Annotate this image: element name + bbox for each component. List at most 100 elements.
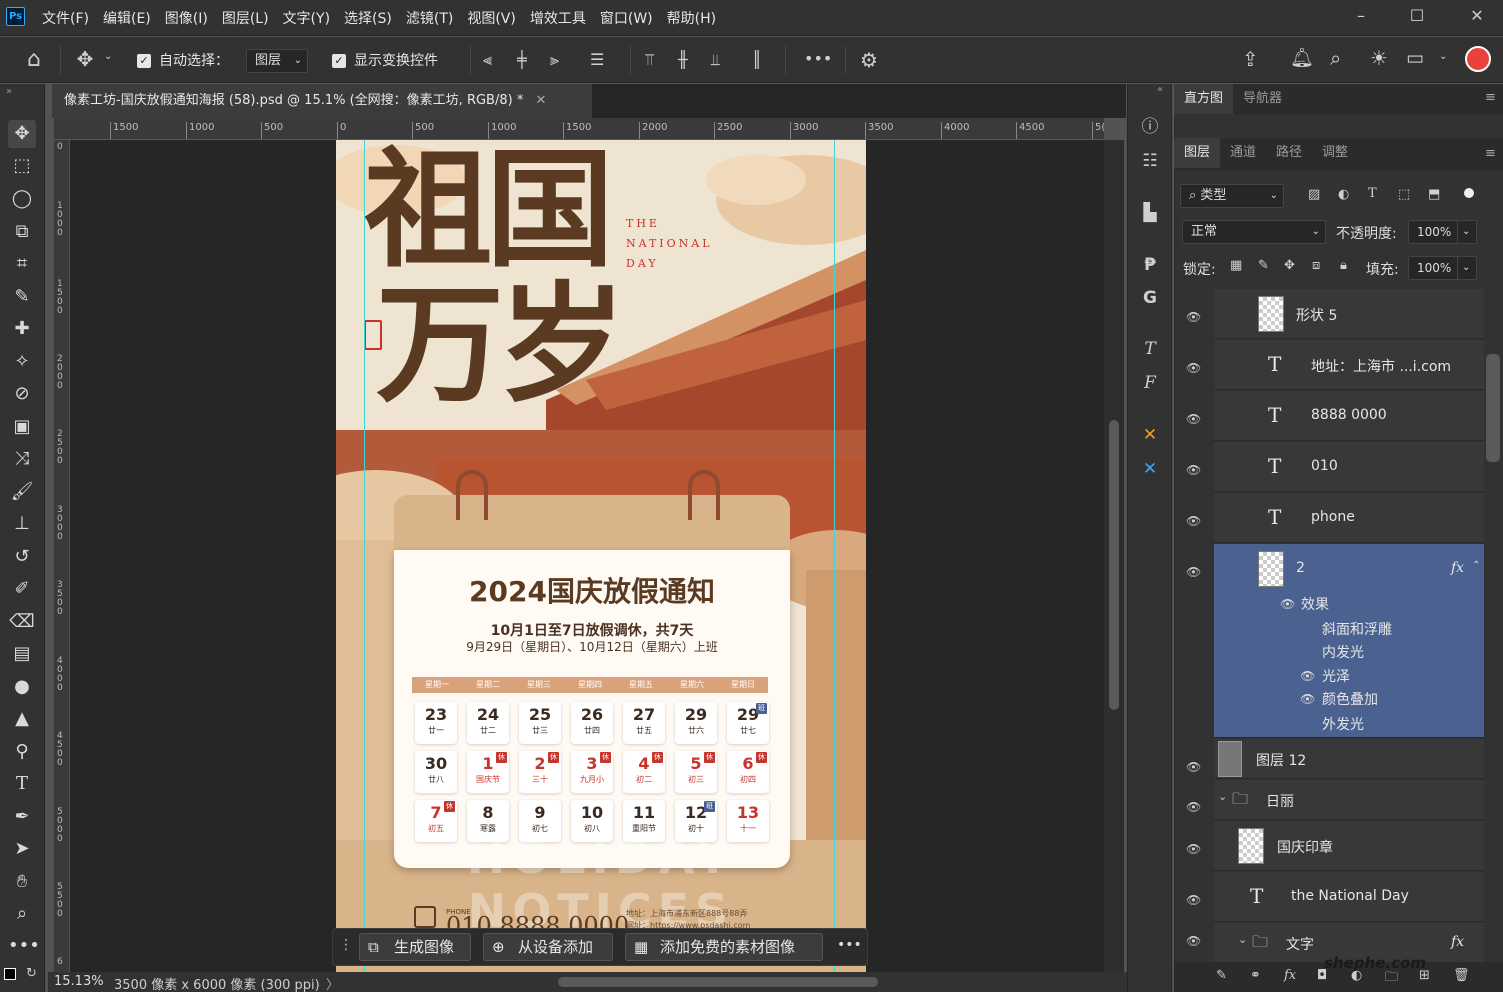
opacity-dropdown-button[interactable]: ⌄: [1457, 220, 1477, 244]
collapse-icon[interactable]: «: [1157, 84, 1163, 95]
more-tools-icon[interactable]: •••: [8, 932, 40, 960]
path-select-tool-icon[interactable]: ➤: [8, 835, 36, 863]
healing-brush-tool-icon[interactable]: ⊘: [8, 380, 36, 408]
gradient-tool-icon[interactable]: ▤: [8, 640, 36, 668]
gear-icon[interactable]: ⚙: [860, 48, 878, 72]
distribute-vertical-icon[interactable]: ║: [752, 50, 762, 69]
content-aware-move-tool-icon[interactable]: ⤨: [8, 445, 36, 473]
foreground-color-swatch[interactable]: [4, 968, 16, 980]
visibility-eye-icon[interactable]: 👁︎: [1186, 361, 1202, 375]
layer-row[interactable]: 图层 12: [1214, 739, 1484, 779]
chevron-down-icon[interactable]: ⌄: [1439, 51, 1447, 62]
visibility-eye-icon[interactable]: 👁︎: [1186, 842, 1202, 856]
clone-stamp-tool-icon[interactable]: ⊥: [8, 510, 36, 538]
sharpen-tool-icon[interactable]: ▲: [8, 705, 36, 733]
eyedropper-tool-icon[interactable]: ✎: [8, 283, 36, 311]
visibility-eye-icon[interactable]: 👁︎: [1280, 597, 1295, 611]
effect-item[interactable]: 光泽: [1322, 666, 1350, 686]
layer-row[interactable]: T the National Day: [1214, 872, 1484, 922]
minimize-button[interactable]: –: [1349, 4, 1373, 28]
tab-histogram[interactable]: 直方图: [1174, 84, 1234, 114]
visibility-eye-icon[interactable]: 👁︎: [1300, 669, 1315, 683]
tab-channels[interactable]: 通道: [1220, 138, 1266, 168]
chevron-down-icon[interactable]: ⌄: [104, 51, 112, 62]
menu-type[interactable]: 文字(Y): [283, 8, 330, 28]
plugin-icon[interactable]: ▙: [1137, 200, 1163, 226]
close-tab-button[interactable]: ✕: [535, 93, 546, 108]
tab-layers[interactable]: 图层: [1174, 138, 1221, 168]
workspace-icon[interactable]: ▭: [1406, 47, 1424, 69]
effect-item[interactable]: 斜面和浮雕: [1322, 619, 1392, 639]
add-style-icon[interactable]: fx: [1284, 968, 1296, 983]
menu-help[interactable]: 帮助(H): [667, 8, 716, 28]
filter-shape-icon[interactable]: ⬚: [1398, 187, 1410, 202]
new-group-icon[interactable]: 🗀︎: [1385, 968, 1398, 990]
properties-icon[interactable]: ☷: [1137, 148, 1163, 174]
history-brush-tool-icon[interactable]: ↺: [8, 543, 36, 571]
auto-select-checkbox[interactable]: ✓: [137, 54, 151, 68]
fill-dropdown-button[interactable]: ⌄: [1457, 256, 1477, 280]
menu-file[interactable]: 文件(F): [42, 8, 89, 28]
blur-tool-icon[interactable]: ●: [8, 673, 36, 701]
effect-item[interactable]: 内发光: [1322, 642, 1364, 662]
crop-tool-icon[interactable]: ⌗: [8, 250, 36, 278]
character-style-icon[interactable]: T: [1137, 336, 1163, 362]
chevron-down-icon[interactable]: ⌄: [1238, 933, 1247, 946]
drag-handle-icon[interactable]: ⋮: [339, 937, 353, 953]
visibility-eye-icon[interactable]: 👁︎: [1186, 565, 1202, 579]
menu-edit[interactable]: 编辑(E): [103, 8, 151, 28]
move-tool-icon[interactable]: ✥: [8, 120, 36, 148]
lock-artboard-icon[interactable]: ⧈: [1312, 258, 1320, 273]
spot-healing-tool-icon[interactable]: ✚: [8, 315, 36, 343]
layer-fx-badge[interactable]: fx: [1451, 934, 1464, 950]
align-middle-v-icon[interactable]: ╫: [678, 50, 688, 69]
collapse-effects-icon[interactable]: ⌃: [1472, 560, 1480, 571]
link-layers-icon[interactable]: ⚭: [1250, 968, 1261, 983]
font-icon[interactable]: F: [1137, 370, 1163, 396]
filter-toggle[interactable]: [1464, 188, 1474, 198]
layer-row[interactable]: 形状 5: [1214, 289, 1484, 339]
panel-menu-icon[interactable]: ≡: [1485, 90, 1496, 105]
glyphs-icon[interactable]: G: [1137, 285, 1163, 311]
menu-layer[interactable]: 图层(L): [222, 8, 269, 28]
type-tool-icon[interactable]: T: [8, 770, 36, 798]
align-center-h-icon[interactable]: ╪: [517, 50, 527, 69]
visibility-eye-icon[interactable]: 👁︎: [1186, 463, 1202, 477]
align-bottom-icon[interactable]: ⫫: [711, 50, 720, 70]
poster-artwork[interactable]: 祖国 万岁 THE NATIONAL DAY 2024国庆放假通知 10月1日至…: [336, 140, 866, 972]
filter-adjustment-icon[interactable]: ◐: [1338, 187, 1349, 202]
add-free-assets-button[interactable]: ▦ 添加免费的素材图像: [625, 933, 823, 961]
paragraph-style-icon[interactable]: ₱: [1137, 252, 1163, 278]
generate-image-button[interactable]: ⧉ 生成图像: [359, 933, 471, 961]
frame-tool-icon[interactable]: ▣: [8, 413, 36, 441]
lock-all-icon[interactable]: 🔒︎: [1340, 258, 1347, 273]
blend-mode-dropdown[interactable]: 正常 ⌄: [1182, 220, 1326, 244]
menu-image[interactable]: 图像(I): [165, 8, 208, 28]
zoom-level[interactable]: 15.13%: [54, 974, 104, 989]
paint-tool-icon[interactable]: ✎: [1216, 968, 1227, 983]
layer-row[interactable]: T 8888 0000: [1214, 391, 1484, 441]
visibility-eye-icon[interactable]: 👁︎: [1186, 514, 1202, 528]
visibility-eye-icon[interactable]: 👁︎: [1186, 760, 1202, 774]
tab-paths[interactable]: 路径: [1266, 138, 1312, 168]
eraser-tool-icon[interactable]: ⌫: [8, 608, 36, 636]
auto-select-dropdown[interactable]: 图层 ⌄: [246, 49, 308, 73]
move-tool-icon[interactable]: ✥: [72, 47, 98, 71]
layer-row[interactable]: T 地址：上海市 ...i.com: [1214, 340, 1484, 390]
group-row[interactable]: ⌄ 🗀︎ 日丽: [1214, 780, 1484, 820]
menu-window[interactable]: 窗口(W): [600, 8, 653, 28]
canvas-vertical-scrollbar[interactable]: [1104, 140, 1124, 972]
layer-row[interactable]: T phone: [1214, 493, 1484, 543]
lock-position-icon[interactable]: ✥: [1284, 258, 1295, 273]
distribute-icon[interactable]: ☰: [590, 50, 604, 69]
tab-navigator[interactable]: 导航器: [1233, 84, 1292, 114]
swap-colors-icon[interactable]: ↻: [26, 966, 37, 981]
share-icon[interactable]: ⇪: [1242, 47, 1259, 71]
layer-row-selected[interactable]: 2 fx ⌃ 👁︎ 效果 斜面和浮雕 内发光 👁︎ 光泽 👁︎ 颜色叠加 外发光: [1214, 544, 1484, 738]
lock-transparent-icon[interactable]: ▦: [1230, 258, 1242, 273]
hand-tool-icon[interactable]: ✋︎: [8, 868, 36, 896]
show-transform-checkbox[interactable]: ✓: [332, 54, 346, 68]
marquee-tool-icon[interactable]: ⬚: [8, 152, 36, 180]
layer-filter-dropdown[interactable]: ⌕ 类型 ⌄: [1180, 184, 1284, 208]
pen-tool-icon[interactable]: ✒: [8, 803, 36, 831]
